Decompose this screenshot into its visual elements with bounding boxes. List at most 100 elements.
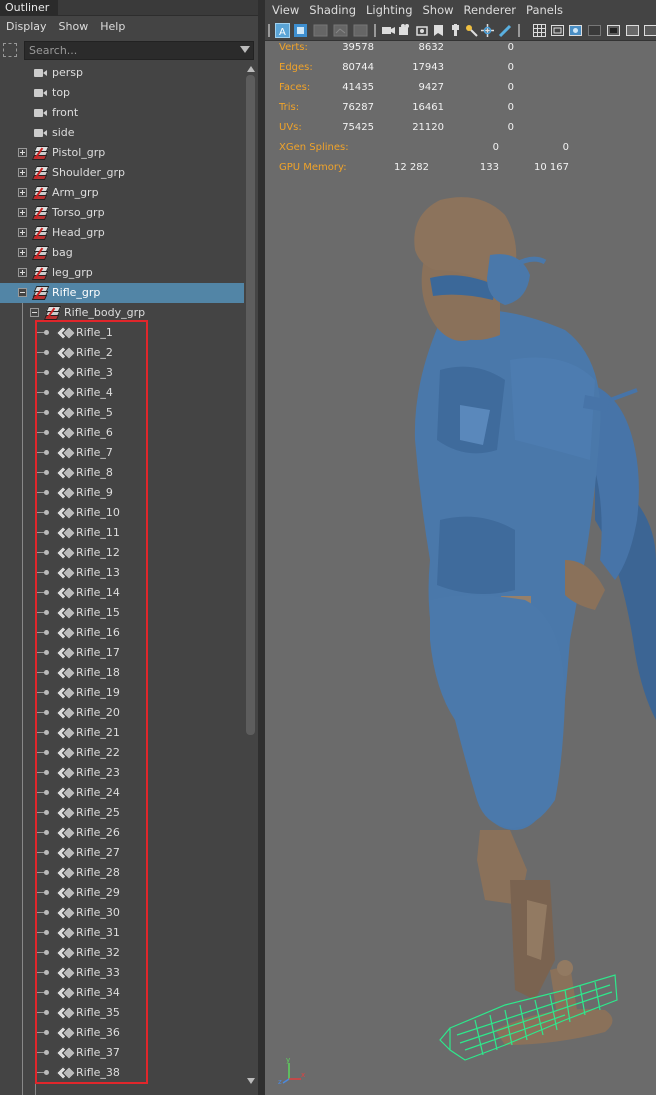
group-icon — [31, 166, 50, 180]
expand-icon[interactable] — [18, 208, 27, 217]
hud-label: UVs: — [279, 122, 302, 133]
tree-item-group[interactable]: Torso_grp — [0, 203, 244, 223]
menu-display[interactable]: Display — [0, 16, 53, 38]
collapse-icon[interactable] — [18, 288, 27, 297]
outliner-tab[interactable]: Outliner — [0, 0, 58, 16]
tree-item-camera[interactable]: side — [0, 123, 244, 143]
tree-item-label: Pistol_grp — [52, 146, 106, 159]
menu-show[interactable]: Show — [53, 16, 95, 38]
hud-value: 75425 — [342, 122, 374, 133]
group-icon — [31, 246, 50, 260]
hud-row: XGen Splines: 0 0 — [279, 140, 649, 156]
camera-icon — [34, 109, 47, 117]
tree-item-group[interactable]: bag — [0, 243, 244, 263]
hud-value: 41435 — [342, 82, 374, 93]
hud-value: 21120 — [412, 122, 444, 133]
hud-row: Tris: 76287 16461 0 — [279, 100, 649, 116]
hud-row: Faces: 41435 9427 0 — [279, 80, 649, 96]
tree-item-camera[interactable]: front — [0, 103, 244, 123]
hud-value: 133 — [479, 162, 499, 173]
expand-icon[interactable] — [18, 148, 27, 157]
hud-value: 0 — [507, 42, 514, 53]
axis-z-label: z — [278, 1078, 282, 1085]
hud-value: 12 282 — [394, 162, 429, 173]
hud-label: Verts: — [279, 42, 308, 53]
tree-item-group[interactable]: Head_grp — [0, 223, 244, 243]
collapse-icon[interactable] — [30, 308, 39, 317]
scroll-down-icon[interactable] — [247, 1078, 255, 1084]
tree-item-selected-group[interactable]: Rifle_grp — [0, 283, 244, 303]
outliner-tabstrip — [58, 0, 258, 16]
tree-item-camera[interactable]: persp — [0, 63, 244, 83]
hud-row: UVs: 75425 21120 0 — [279, 120, 649, 136]
outliner-panel: Outliner Display Show Help persp top fro… — [0, 0, 258, 1095]
expand-icon[interactable] — [18, 248, 27, 257]
chevron-down-icon[interactable] — [240, 46, 250, 53]
tree-item-label: persp — [52, 66, 83, 79]
hud-value: 10 167 — [534, 162, 569, 173]
hud-value: 80744 — [342, 62, 374, 73]
search-input[interactable] — [24, 41, 254, 60]
group-icon — [31, 226, 50, 240]
group-icon — [31, 146, 50, 160]
hud-value: 0 — [507, 122, 514, 133]
tree-item-label: leg_grp — [52, 266, 93, 279]
hud-value: 8632 — [418, 42, 444, 53]
hud-value: 0 — [507, 62, 514, 73]
scrollbar-thumb[interactable] — [246, 75, 255, 735]
highlight-box — [35, 320, 148, 1084]
group-icon — [31, 206, 50, 220]
search-row — [0, 40, 258, 62]
tree-item-label: Torso_grp — [52, 206, 105, 219]
outliner-menubar: Display Show Help — [0, 16, 258, 38]
hud-value: 17943 — [412, 62, 444, 73]
scrollbar[interactable] — [244, 63, 258, 1095]
hud-value: 0 — [507, 82, 514, 93]
expand-icon[interactable] — [18, 228, 27, 237]
tree-item-group[interactable]: Pistol_grp — [0, 143, 244, 163]
tree-item-label: front — [52, 106, 79, 119]
tree-item-label: bag — [52, 246, 73, 259]
group-icon — [31, 286, 50, 300]
hud-label: Faces: — [279, 82, 311, 93]
tree-item-group[interactable]: leg_grp — [0, 263, 244, 283]
expand-icon[interactable] — [18, 168, 27, 177]
model-ankle-joint — [557, 960, 573, 976]
hud-label: Tris: — [279, 102, 300, 113]
tree-item-label: side — [52, 126, 75, 139]
tree-item-label: Arm_grp — [52, 186, 99, 199]
hud-value: 9427 — [418, 82, 444, 93]
menu-help[interactable]: Help — [94, 16, 131, 38]
hud-value: 76287 — [342, 102, 374, 113]
axis-x-label: x — [301, 1071, 305, 1079]
tree-item-group[interactable]: Shoulder_grp — [0, 163, 244, 183]
hud-value: 0 — [562, 142, 569, 153]
panel-splitter[interactable] — [258, 0, 265, 1095]
hud-row: Verts: 39578 8632 0 — [279, 40, 649, 56]
tree-item-label: Rifle_grp — [52, 286, 101, 299]
viewport-panel[interactable]: View Shading Lighting Show Renderer Pane… — [265, 0, 656, 1095]
tree-item-label: Shoulder_grp — [52, 166, 125, 179]
tree-item-camera[interactable]: top — [0, 83, 244, 103]
tree-item-label: Head_grp — [52, 226, 105, 239]
axis-gizmo: y x z — [278, 1056, 305, 1085]
hud-value: 0 — [492, 142, 499, 153]
hud-label: GPU Memory: — [279, 162, 347, 173]
camera-icon — [34, 89, 47, 97]
group-icon — [31, 186, 50, 200]
camera-icon — [34, 129, 47, 137]
axis-y-label: y — [286, 1056, 290, 1064]
hud-row: GPU Memory: 12 282 133 10 167 — [279, 160, 649, 176]
tree-item-group[interactable]: Arm_grp — [0, 183, 244, 203]
expand-icon[interactable] — [18, 268, 27, 277]
hud-label: XGen Splines: — [279, 142, 349, 153]
group-icon — [31, 266, 50, 280]
model-antenna — [513, 256, 547, 268]
hud-value: 16461 — [412, 102, 444, 113]
scroll-up-icon[interactable] — [247, 66, 255, 72]
hud-row: Edges: 80744 17943 0 — [279, 60, 649, 76]
model-shoulder-barrel — [609, 388, 638, 402]
expand-icon[interactable] — [18, 188, 27, 197]
camera-icon — [34, 69, 47, 77]
filter-icon[interactable] — [3, 43, 17, 57]
